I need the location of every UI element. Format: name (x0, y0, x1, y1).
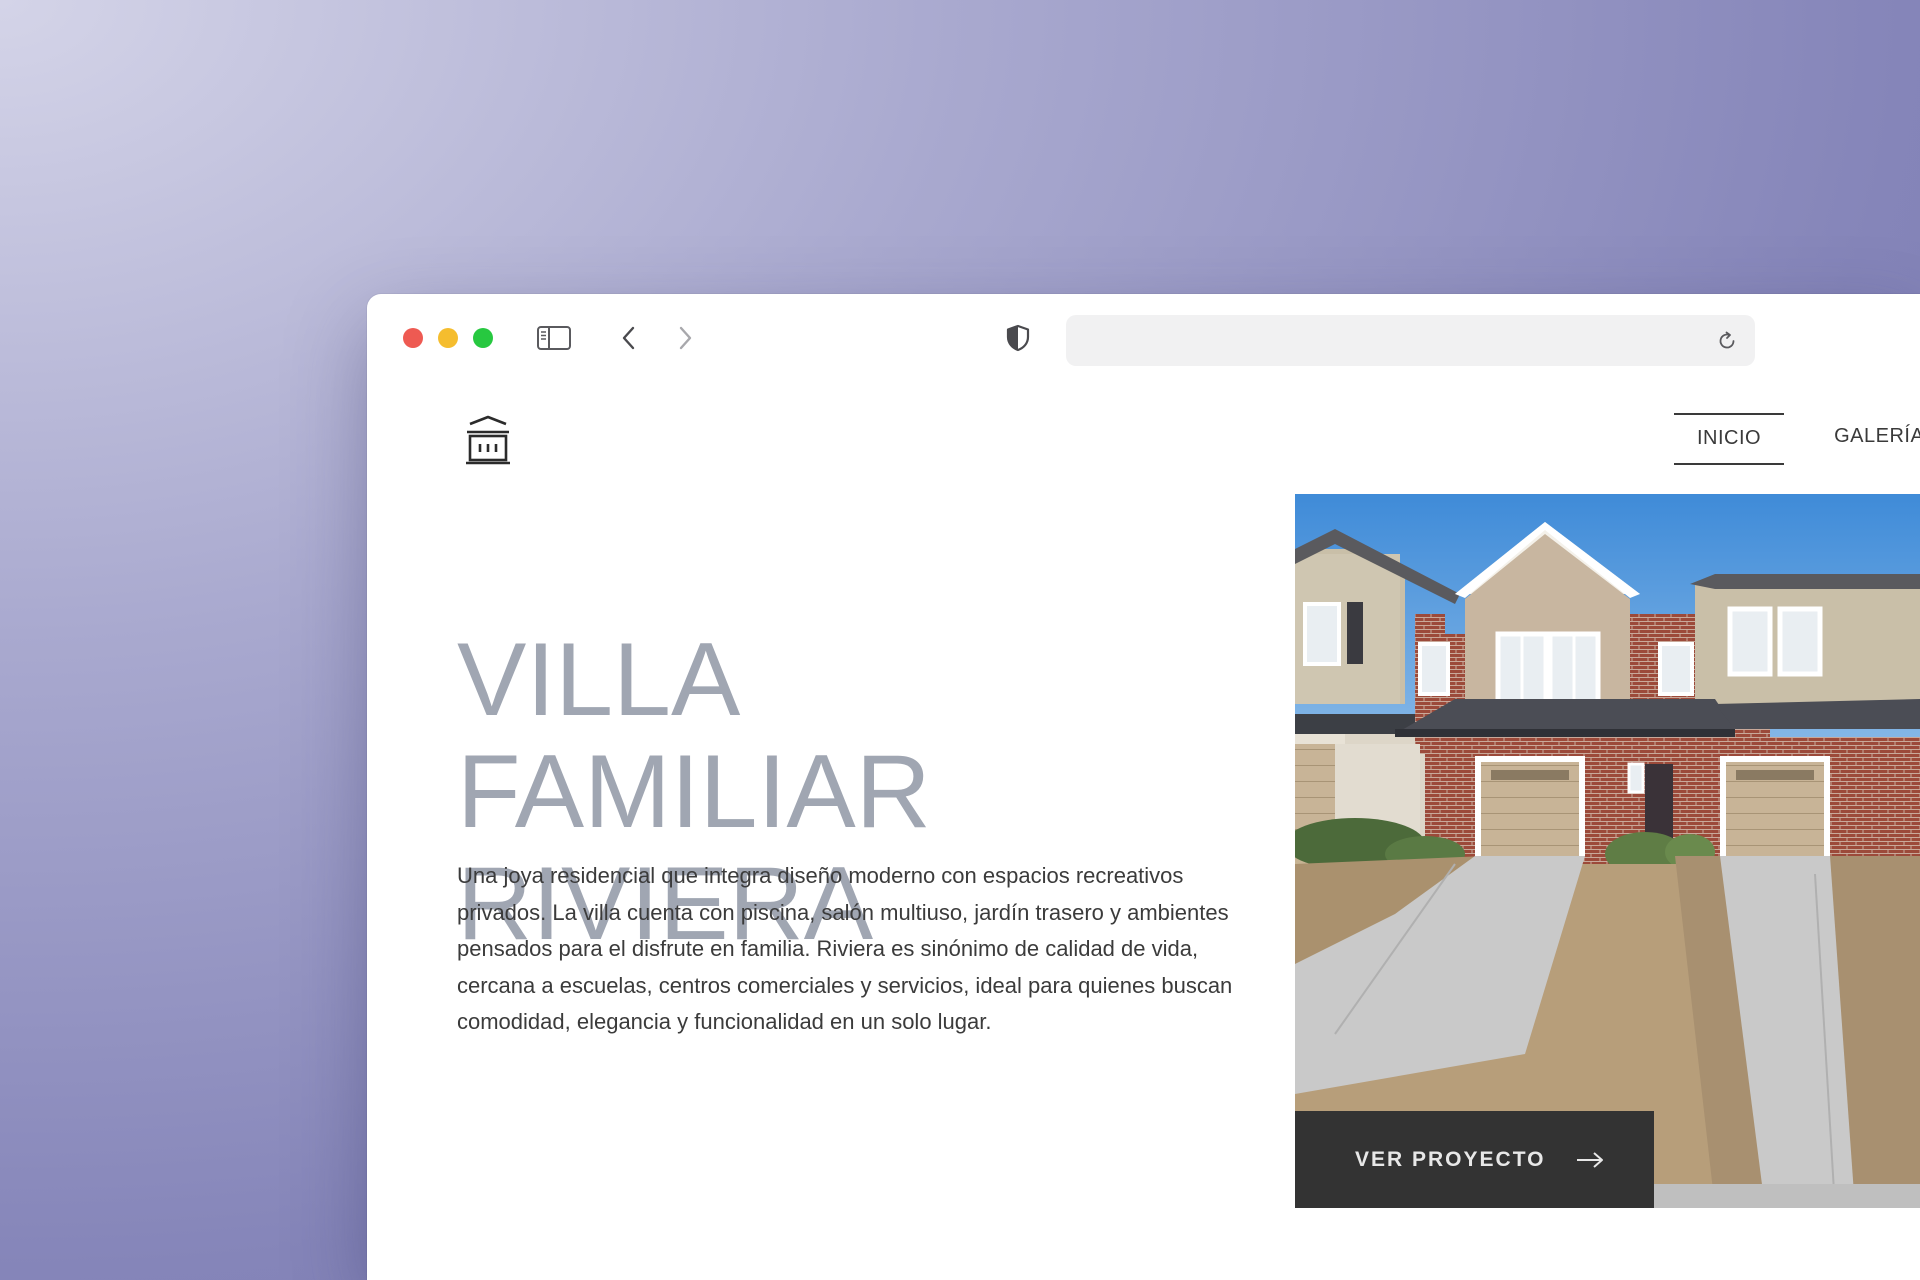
nav-item-galeria[interactable]: GALERÍA (1834, 413, 1920, 465)
browser-toolbar (367, 294, 1920, 384)
shield-icon (1006, 324, 1030, 352)
view-project-label: VER PROYECTO (1355, 1147, 1546, 1171)
property-photo (1295, 494, 1920, 1208)
arrow-right-icon (1577, 1151, 1604, 1168)
zoom-window-button[interactable] (473, 328, 493, 348)
hero-title-line-1: VILLA FAMILIAR (457, 622, 931, 850)
nav-item-inicio[interactable]: INICIO (1674, 413, 1785, 465)
back-button[interactable] (615, 324, 643, 352)
sidebar-toggle-button[interactable] (536, 324, 572, 352)
chevron-right-icon (679, 326, 692, 350)
address-bar[interactable] (1066, 315, 1755, 366)
privacy-report-button[interactable] (1003, 323, 1033, 353)
main-nav: INICIO GALERÍA (1674, 413, 1920, 465)
reload-icon[interactable] (1715, 329, 1739, 353)
chevron-left-icon (622, 326, 635, 350)
sidebar-icon (537, 326, 571, 350)
close-window-button[interactable] (403, 328, 423, 348)
view-project-button[interactable]: VER PROYECTO (1295, 1111, 1654, 1208)
browser-window: INICIO GALERÍA VILLA FAMILIAR RIVIERA Una… (367, 294, 1920, 1280)
hero-description: Una joya residencial que integra diseño … (457, 863, 1233, 1034)
forward-button[interactable] (671, 324, 699, 352)
minimize-window-button[interactable] (438, 328, 458, 348)
bank-building-icon[interactable] (462, 414, 514, 466)
